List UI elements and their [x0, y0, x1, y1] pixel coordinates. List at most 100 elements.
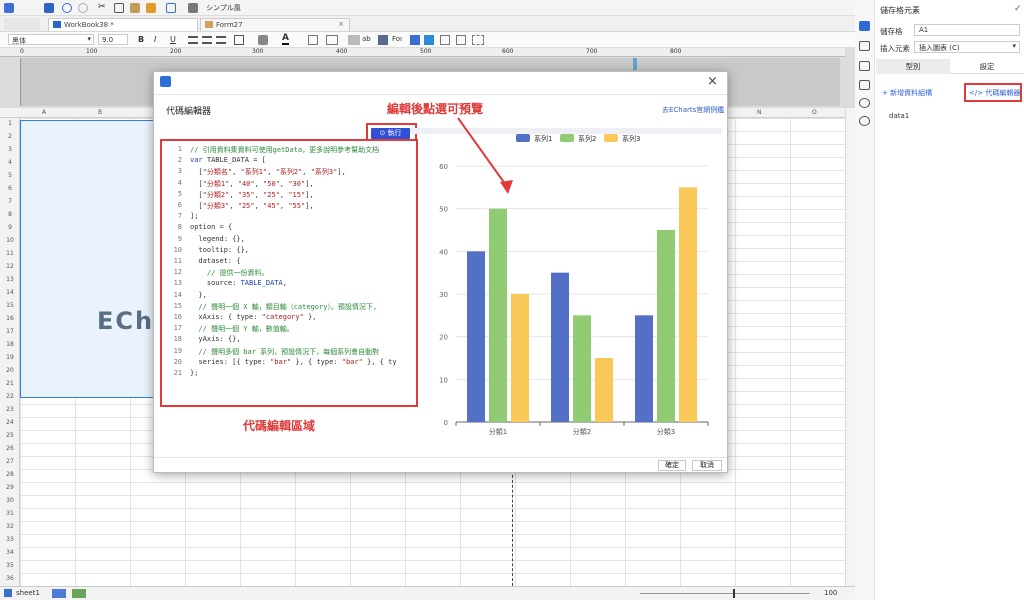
- row-label[interactable]: 34: [0, 549, 20, 556]
- echarts-link[interactable]: 去ECharts官網例鑑: [662, 105, 724, 115]
- tab-workbook38[interactable]: WorkBook38 *: [48, 18, 198, 31]
- row-label[interactable]: 1: [0, 120, 20, 127]
- font-select[interactable]: 黑体 ▾: [8, 34, 94, 45]
- ok-button[interactable]: 確定: [658, 460, 686, 471]
- add-sheet-icon[interactable]: [52, 589, 66, 598]
- row-label[interactable]: 36: [0, 575, 20, 582]
- copy-icon[interactable]: [114, 3, 124, 13]
- italic-button[interactable]: I: [154, 35, 156, 44]
- code-line[interactable]: // 聲明一個 Y 軸，數值軸。: [190, 324, 293, 334]
- confirm-check-icon[interactable]: ✓: [1014, 4, 1022, 14]
- code-line[interactable]: ["分類1", "40", "50", "30"],: [190, 179, 313, 189]
- row-label[interactable]: 6: [0, 185, 20, 192]
- code-line[interactable]: ["分類2", "35", "25", "15"],: [190, 190, 313, 200]
- table-icon[interactable]: [326, 35, 338, 45]
- cell-attribute-icon[interactable]: [859, 41, 870, 51]
- row-label[interactable]: 31: [0, 510, 20, 517]
- row-label[interactable]: 3: [0, 146, 20, 153]
- template-icon[interactable]: [188, 3, 198, 13]
- image-icon[interactable]: [424, 35, 434, 45]
- cancel-button[interactable]: 取消: [692, 460, 722, 471]
- subreport-icon[interactable]: [440, 35, 450, 45]
- column-label[interactable]: A: [42, 109, 46, 116]
- condition-icon[interactable]: [859, 80, 870, 90]
- row-label[interactable]: 10: [0, 237, 20, 244]
- undo-icon[interactable]: [62, 3, 72, 13]
- merge-icon[interactable]: [308, 35, 318, 45]
- close-icon[interactable]: ×: [707, 74, 718, 89]
- row-label[interactable]: 14: [0, 289, 20, 296]
- code-line[interactable]: // 提供一份資料。: [190, 268, 269, 278]
- cell-element-icon[interactable]: [859, 21, 870, 31]
- insert-element-select[interactable]: 插入圖表 (C) ▾: [914, 41, 1020, 53]
- column-label[interactable]: N: [757, 109, 762, 116]
- align-center-icon[interactable]: [202, 36, 212, 44]
- code-line[interactable]: dataset: {: [190, 257, 240, 265]
- formula-tool[interactable]: Foı: [392, 35, 402, 43]
- zoom-slider[interactable]: [640, 593, 810, 594]
- row-label[interactable]: 18: [0, 341, 20, 348]
- format-painter-icon[interactable]: [146, 3, 156, 13]
- row-label[interactable]: 13: [0, 276, 20, 283]
- row-label[interactable]: 23: [0, 406, 20, 413]
- column-label[interactable]: B: [98, 109, 102, 116]
- cell-field[interactable]: A1: [914, 24, 1020, 36]
- vertical-scrollbar[interactable]: [845, 108, 855, 586]
- barcode-icon[interactable]: [378, 35, 388, 45]
- code-line[interactable]: xAxis: { type: "category" },: [190, 313, 316, 321]
- row-label[interactable]: 28: [0, 471, 20, 478]
- row-label[interactable]: 12: [0, 263, 20, 270]
- row-label[interactable]: 21: [0, 380, 20, 387]
- code-line[interactable]: ["分類名", "系列1", "系列2", "系列3"],: [190, 167, 345, 177]
- frame-icon[interactable]: [472, 35, 484, 45]
- zoom-slider-handle[interactable]: [733, 589, 735, 598]
- selected-cell-range[interactable]: ECh: [20, 120, 170, 398]
- row-label[interactable]: 33: [0, 536, 20, 543]
- tab-nav[interactable]: [4, 18, 40, 30]
- row-label[interactable]: 22: [0, 393, 20, 400]
- row-label[interactable]: 7: [0, 198, 20, 205]
- add-dataset-link[interactable]: + 新增資料組構: [882, 88, 932, 98]
- dataset-item[interactable]: data1: [889, 112, 909, 120]
- row-label[interactable]: 16: [0, 315, 20, 322]
- row-label[interactable]: 2: [0, 133, 20, 140]
- cut-icon[interactable]: ✂: [98, 2, 108, 12]
- row-label[interactable]: 8: [0, 211, 20, 218]
- row-label[interactable]: 20: [0, 367, 20, 374]
- code-editor-button[interactable]: </> 代碼編輯器: [969, 88, 1020, 98]
- ruler-marker[interactable]: [633, 58, 637, 70]
- row-label[interactable]: 26: [0, 445, 20, 452]
- code-line[interactable]: series: [{ type: "bar" }, { type: "bar" …: [190, 358, 396, 366]
- code-line[interactable]: ];: [190, 212, 198, 220]
- code-editor[interactable]: 1 // 引用資料集資料可使用getData，更多說明參考幫助文档 2 var TAB…: [160, 139, 418, 407]
- code-line[interactable]: // 聲明一個 X 軸，類目軸（category）。預設情況下,: [190, 302, 377, 312]
- textbox-icon[interactable]: [348, 35, 360, 45]
- save-icon[interactable]: [44, 3, 54, 13]
- redo-icon[interactable]: [78, 3, 88, 13]
- row-label[interactable]: 30: [0, 497, 20, 504]
- code-line[interactable]: var TABLE_DATA = [: [190, 156, 266, 164]
- code-line[interactable]: source: TABLE_DATA,: [190, 279, 287, 287]
- align-left-icon[interactable]: [188, 36, 198, 44]
- row-label[interactable]: 32: [0, 523, 20, 530]
- fill-color-icon[interactable]: [258, 35, 268, 45]
- style-name[interactable]: シンプル風: [206, 3, 241, 13]
- row-label[interactable]: 15: [0, 302, 20, 309]
- font-size-select[interactable]: 9.0: [98, 34, 128, 45]
- row-label[interactable]: 25: [0, 432, 20, 439]
- bold-button[interactable]: B: [138, 35, 144, 44]
- input-icon[interactable]: [456, 35, 466, 45]
- code-line[interactable]: ["分類3", "25", "45", "55"],: [190, 201, 313, 211]
- underline-button[interactable]: U: [170, 35, 176, 44]
- sheet-tab[interactable]: sheet1: [16, 589, 40, 597]
- tab-type[interactable]: 型別: [876, 59, 950, 74]
- row-label[interactable]: 9: [0, 224, 20, 231]
- preview-icon[interactable]: [166, 3, 176, 13]
- row-label[interactable]: 11: [0, 250, 20, 257]
- tab-settings[interactable]: 設定: [950, 59, 1024, 74]
- row-label[interactable]: 24: [0, 419, 20, 426]
- close-tab-icon[interactable]: ×: [338, 20, 344, 28]
- code-line[interactable]: },: [190, 291, 206, 299]
- filter-icon[interactable]: [859, 98, 870, 108]
- row-label[interactable]: 17: [0, 328, 20, 335]
